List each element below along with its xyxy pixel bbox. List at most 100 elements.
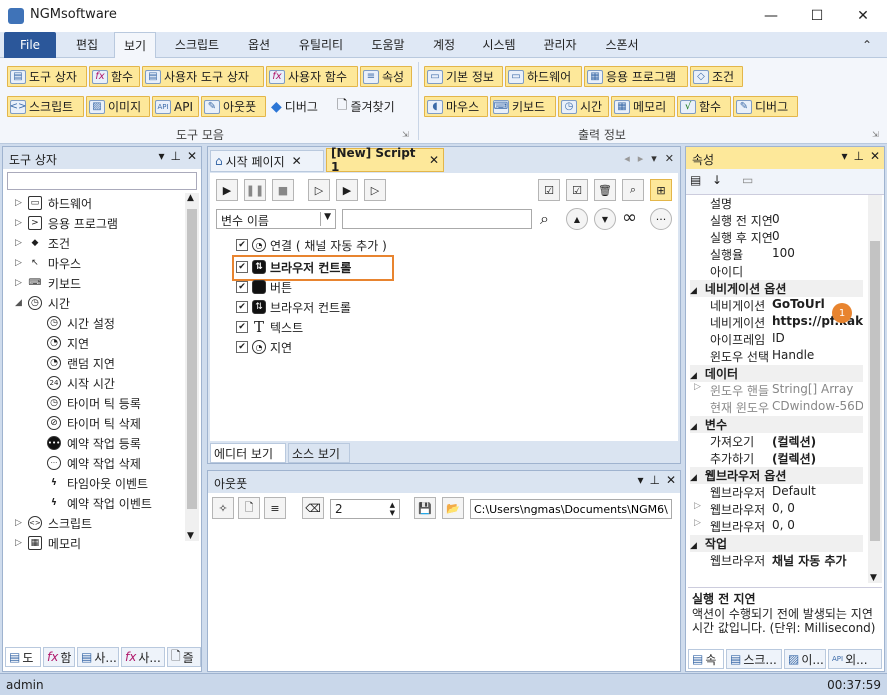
tree-row[interactable]: ◔ 지연 — [47, 333, 89, 353]
property-value[interactable]: Default — [772, 484, 863, 498]
output-settings-button[interactable]: 🗋 — [238, 497, 260, 519]
property-row[interactable]: 아이디 — [690, 263, 863, 280]
property-category[interactable]: ◢ 네비게이션 옵션 — [690, 280, 863, 297]
expand-icon[interactable]: ▷ — [15, 278, 22, 288]
tab-script-1[interactable]: [New] Script 1 ✕ — [326, 146, 444, 174]
ribbon-api-button[interactable]: API API — [152, 96, 199, 117]
script-step[interactable]: ✔ ◔ 연결 ( 채널 자동 추가 ) — [236, 235, 387, 255]
ribbon-memory-button[interactable]: ▦ 메모리 — [611, 96, 675, 117]
menu-script[interactable]: 스크립트 — [164, 32, 230, 58]
property-row[interactable]: ▷ 웹브라우저 0, 0 — [690, 518, 863, 535]
properties-tab-script[interactable]: ▤ 스크... — [726, 649, 782, 669]
categorized-icon[interactable]: ▤ — [690, 173, 701, 187]
tree-row[interactable]: ••• 예약 작업 등록 — [47, 433, 141, 453]
expand-icon[interactable]: ▷ — [15, 218, 22, 228]
variable-name-select[interactable]: 변수 이름 ▼ — [216, 209, 336, 229]
ribbon-basic-info-button[interactable]: ▭ 기본 정보 — [424, 66, 503, 87]
maximize-button[interactable]: ☐ — [794, 0, 840, 32]
run-from-button[interactable]: ▶ — [336, 179, 358, 201]
ribbon-debug-button[interactable]: ◆ 디버그 — [268, 96, 332, 117]
property-value[interactable]: 0, 0 — [772, 518, 863, 532]
ribbon-user-function-button[interactable]: fx 사용자 함수 — [266, 66, 358, 87]
dropdown-icon[interactable]: ▾ — [637, 473, 643, 487]
property-category[interactable]: ◢ 작업 — [690, 535, 863, 552]
play-button[interactable]: ▶ — [216, 179, 238, 201]
property-row[interactable]: 가져오기 (컬렉션) — [690, 433, 863, 450]
ribbon-mouse-button[interactable]: ◖ 마우스 — [424, 96, 488, 117]
tree-row[interactable]: 24 시작 시간 — [47, 373, 115, 393]
menu-account[interactable]: 계정 — [422, 32, 466, 58]
property-row[interactable]: 실행 후 지연 0 — [690, 229, 863, 246]
menu-system[interactable]: 시스템 — [472, 32, 526, 58]
checkbox[interactable]: ✔ — [236, 261, 248, 273]
checkbox[interactable]: ✔ — [236, 321, 248, 333]
property-row[interactable]: 실행율 100 — [690, 246, 863, 263]
menu-utility[interactable]: 유틸리티 — [288, 32, 354, 58]
property-value[interactable]: 100 — [772, 246, 863, 260]
toolbox-tab-favorites[interactable]: 🗋 즐 — [167, 647, 201, 667]
property-value[interactable]: (컬렉션) — [772, 450, 863, 467]
ribbon-keyboard-button[interactable]: ⌨ 키보드 — [490, 96, 556, 117]
sort-alpha-icon[interactable]: ↓ — [712, 173, 722, 187]
menu-edit[interactable]: 편집 — [64, 32, 110, 58]
property-value[interactable]: Handle — [772, 348, 863, 362]
close-tab-icon[interactable]: ✕ — [292, 154, 302, 168]
output-dialog-launcher-icon[interactable]: ⇲ — [872, 130, 879, 139]
check-button[interactable]: ☑ — [566, 179, 588, 201]
property-value[interactable]: 0 — [772, 229, 863, 243]
property-category[interactable]: ◢ 웹브라우저 옵션 — [690, 467, 863, 484]
output-count-stepper[interactable]: 2 ▲ ▼ — [330, 499, 400, 519]
scroll-left-icon[interactable]: ◂ — [624, 152, 630, 165]
expand-icon[interactable]: ▷ — [15, 518, 22, 528]
menu-sponsor[interactable]: 스폰서 — [594, 32, 650, 58]
properties-scrollbar[interactable]: ▼ — [868, 195, 882, 583]
tree-row[interactable]: ▷ ▭ 하드웨어 — [15, 193, 92, 213]
close-icon[interactable]: ✕ — [666, 473, 676, 487]
collapse-icon[interactable]: ◢ — [690, 473, 697, 483]
run-step-button[interactable]: ▷ — [308, 179, 330, 201]
collapse-icon[interactable]: ◢ — [690, 286, 697, 296]
menu-file[interactable]: File — [4, 32, 56, 58]
menu-view[interactable]: 보기 — [114, 32, 156, 58]
menu-admin[interactable]: 관리자 — [532, 32, 588, 58]
script-step[interactable]: ✔ ◔ 지연 — [236, 337, 292, 357]
script-step[interactable]: ✔ ⇅ 브라우저 컨트롤 — [236, 257, 351, 277]
expand-icon[interactable]: ▷ — [15, 238, 22, 248]
tree-row[interactable]: ϟ 예약 작업 이벤트 — [47, 493, 152, 513]
close-tab-icon[interactable]: ✕ — [429, 153, 439, 167]
property-row[interactable]: 윈도우 선택 Handle — [690, 348, 863, 365]
tree-row[interactable]: ⊘ 타이머 틱 삭제 — [47, 413, 141, 433]
property-row[interactable]: 실행 전 지연 0 — [690, 212, 863, 229]
tree-row[interactable]: ▷ ▦ 메모리 — [15, 533, 81, 553]
expand-icon[interactable]: ▷ — [15, 198, 22, 208]
ribbon-output-button[interactable]: ✎ 아웃풋 — [201, 96, 266, 117]
property-value[interactable]: 0 — [772, 212, 863, 226]
checkbox[interactable]: ✔ — [236, 281, 248, 293]
pause-button[interactable]: ❚❚ — [244, 179, 266, 201]
tree-row[interactable]: ▷ ◆ 조건 — [15, 233, 70, 253]
property-value[interactable]: ID — [772, 331, 863, 345]
menu-options[interactable]: 옵션 — [236, 32, 282, 58]
ribbon-condition-button[interactable]: ◇ 조건 — [690, 66, 743, 87]
close-window-button[interactable]: ✕ — [840, 0, 886, 32]
tree-row[interactable]: ◷ 타이머 틱 등록 — [47, 393, 141, 413]
search-icon[interactable]: ⌕ — [540, 209, 549, 229]
toolbox-scrollbar[interactable]: ▲ ▼ — [185, 193, 199, 541]
ribbon-debug-output-button[interactable]: ✎ 디버그 — [733, 96, 798, 117]
ribbon-time-button[interactable]: ◷ 시간 — [558, 96, 609, 117]
tree-row[interactable]: ▷ ↖ 마우스 — [15, 253, 81, 273]
tree-row[interactable]: ▷ > 응용 프로그램 — [15, 213, 118, 233]
tree-view-button[interactable]: ⊞ — [650, 179, 672, 201]
expand-icon[interactable]: ▷ — [15, 258, 22, 268]
close-icon[interactable]: ✕ — [187, 149, 197, 163]
ribbon-hardware-button[interactable]: ▭ 하드웨어 — [505, 66, 582, 87]
property-row[interactable]: 웹브라우저 Default — [690, 484, 863, 501]
properties-tab-external[interactable]: API 외... — [828, 649, 882, 669]
script-step[interactable]: ✔ 버튼 — [236, 277, 292, 297]
script-step[interactable]: ✔ T 텍스트 — [236, 317, 303, 337]
output-open-folder-button[interactable]: 📂 — [442, 497, 464, 519]
toolbox-search-input[interactable] — [7, 172, 197, 190]
stop-button[interactable]: ■ — [272, 179, 294, 201]
collapse-icon[interactable]: ◢ — [690, 422, 697, 432]
dropdown-icon[interactable]: ▾ — [158, 149, 164, 163]
